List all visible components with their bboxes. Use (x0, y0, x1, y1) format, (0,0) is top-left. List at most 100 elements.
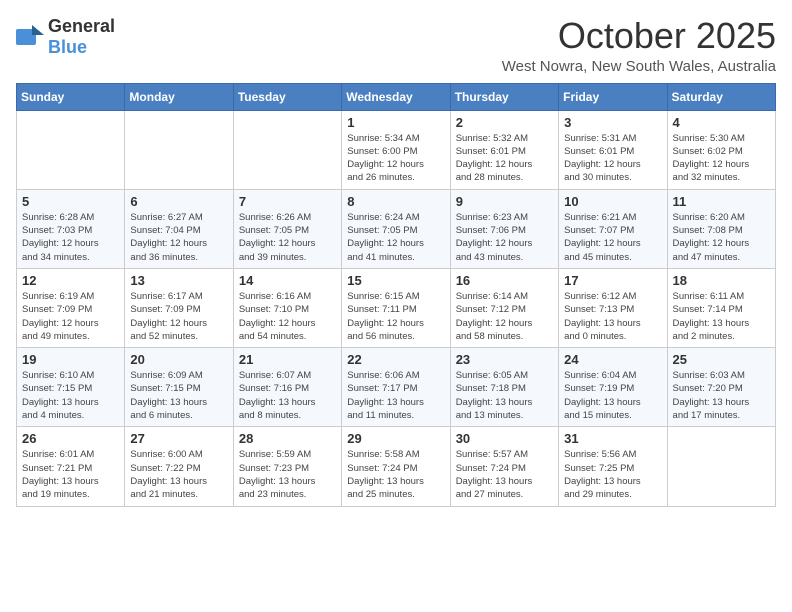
day-number: 4 (673, 115, 770, 130)
calendar-cell: 18 Sunrise: 6:11 AM Sunset: 7:14 PM Dayli… (667, 268, 775, 347)
title-block: October 2025 West Nowra, New South Wales… (502, 16, 776, 75)
calendar-cell: 14 Sunrise: 6:16 AM Sunset: 7:10 PM Dayli… (233, 268, 341, 347)
calendar-cell: 16 Sunrise: 6:14 AM Sunset: 7:12 PM Dayli… (450, 268, 558, 347)
day-number: 7 (239, 194, 336, 209)
logo-general-text: General (48, 16, 115, 36)
day-info: Sunrise: 6:15 AM Sunset: 7:11 PM Dayligh… (347, 290, 444, 343)
logo-blue-text: Blue (48, 37, 87, 57)
calendar-cell: 5 Sunrise: 6:28 AM Sunset: 7:03 PM Daylig… (17, 189, 125, 268)
calendar-cell: 4Sunrise: 5:30 AM Sunset: 6:02 PM Daylig… (667, 110, 775, 189)
calendar-week-row: 26 Sunrise: 6:01 AM Sunset: 7:21 PM Dayli… (17, 427, 776, 506)
day-number: 31 (564, 431, 661, 446)
calendar-cell: 26 Sunrise: 6:01 AM Sunset: 7:21 PM Dayli… (17, 427, 125, 506)
calendar-cell: 30 Sunrise: 5:57 AM Sunset: 7:24 PM Dayli… (450, 427, 558, 506)
day-info: Sunrise: 5:56 AM Sunset: 7:25 PM Dayligh… (564, 448, 661, 501)
calendar-cell: 11 Sunrise: 6:20 AM Sunset: 7:08 PM Dayli… (667, 189, 775, 268)
day-info: Sunrise: 6:11 AM Sunset: 7:14 PM Dayligh… (673, 290, 770, 343)
calendar-week-row: 5 Sunrise: 6:28 AM Sunset: 7:03 PM Daylig… (17, 189, 776, 268)
day-info: Sunrise: 6:00 AM Sunset: 7:22 PM Dayligh… (130, 448, 227, 501)
logo: General Blue (16, 16, 115, 58)
calendar-cell: 24 Sunrise: 6:04 AM Sunset: 7:19 PM Dayli… (559, 348, 667, 427)
day-info: Sunrise: 6:16 AM Sunset: 7:10 PM Dayligh… (239, 290, 336, 343)
day-number: 1 (347, 115, 444, 130)
day-number: 11 (673, 194, 770, 209)
day-number: 27 (130, 431, 227, 446)
day-info: Sunrise: 6:01 AM Sunset: 7:21 PM Dayligh… (22, 448, 119, 501)
month-title: October 2025 (502, 16, 776, 56)
day-info: Sunrise: 6:06 AM Sunset: 7:17 PM Dayligh… (347, 369, 444, 422)
day-number: 2 (456, 115, 553, 130)
calendar-cell: 6 Sunrise: 6:27 AM Sunset: 7:04 PM Daylig… (125, 189, 233, 268)
day-number: 9 (456, 194, 553, 209)
page-header: General Blue October 2025 West Nowra, Ne… (16, 16, 776, 75)
day-info: Sunrise: 5:57 AM Sunset: 7:24 PM Dayligh… (456, 448, 553, 501)
day-info: Sunrise: 6:14 AM Sunset: 7:12 PM Dayligh… (456, 290, 553, 343)
day-info: Sunrise: 6:03 AM Sunset: 7:20 PM Dayligh… (673, 369, 770, 422)
calendar-week-row: 1 Sunrise: 5:34 AM Sunset: 6:00 PM Daylig… (17, 110, 776, 189)
day-info: Sunrise: 6:09 AM Sunset: 7:15 PM Dayligh… (130, 369, 227, 422)
day-info: Sunrise: 6:05 AM Sunset: 7:18 PM Dayligh… (456, 369, 553, 422)
day-number: 19 (22, 352, 119, 367)
day-info: Sunrise: 6:04 AM Sunset: 7:19 PM Dayligh… (564, 369, 661, 422)
calendar-week-row: 19 Sunrise: 6:10 AM Sunset: 7:15 PM Dayli… (17, 348, 776, 427)
day-number: 14 (239, 273, 336, 288)
day-number: 26 (22, 431, 119, 446)
calendar-cell: 15 Sunrise: 6:15 AM Sunset: 7:11 PM Dayli… (342, 268, 450, 347)
day-info: Sunrise: 6:10 AM Sunset: 7:15 PM Dayligh… (22, 369, 119, 422)
day-number: 15 (347, 273, 444, 288)
calendar-cell: 23Sunrise: 6:05 AM Sunset: 7:18 PM Dayli… (450, 348, 558, 427)
weekday-header-thursday: Thursday (450, 83, 558, 110)
day-number: 25 (673, 352, 770, 367)
day-number: 5 (22, 194, 119, 209)
calendar-cell: 17Sunrise: 6:12 AM Sunset: 7:13 PM Dayli… (559, 268, 667, 347)
day-number: 18 (673, 273, 770, 288)
day-number: 10 (564, 194, 661, 209)
weekday-header-monday: Monday (125, 83, 233, 110)
day-info: Sunrise: 6:27 AM Sunset: 7:04 PM Dayligh… (130, 211, 227, 264)
calendar-cell: 29Sunrise: 5:58 AM Sunset: 7:24 PM Dayli… (342, 427, 450, 506)
calendar-cell: 7 Sunrise: 6:26 AM Sunset: 7:05 PM Daylig… (233, 189, 341, 268)
logo-icon (16, 25, 44, 49)
day-info: Sunrise: 5:31 AM Sunset: 6:01 PM Dayligh… (564, 132, 661, 185)
calendar-cell: 12Sunrise: 6:19 AM Sunset: 7:09 PM Dayli… (17, 268, 125, 347)
calendar-cell: 2 Sunrise: 5:32 AM Sunset: 6:01 PM Daylig… (450, 110, 558, 189)
weekday-header-saturday: Saturday (667, 83, 775, 110)
weekday-header-sunday: Sunday (17, 83, 125, 110)
calendar-cell: 1 Sunrise: 5:34 AM Sunset: 6:00 PM Daylig… (342, 110, 450, 189)
day-number: 22 (347, 352, 444, 367)
calendar-cell: 10 Sunrise: 6:21 AM Sunset: 7:07 PM Dayli… (559, 189, 667, 268)
day-info: Sunrise: 5:32 AM Sunset: 6:01 PM Dayligh… (456, 132, 553, 185)
day-number: 8 (347, 194, 444, 209)
calendar-header-row: SundayMondayTuesdayWednesdayThursdayFrid… (17, 83, 776, 110)
calendar-cell (667, 427, 775, 506)
day-info: Sunrise: 6:24 AM Sunset: 7:05 PM Dayligh… (347, 211, 444, 264)
calendar-cell (233, 110, 341, 189)
day-number: 20 (130, 352, 227, 367)
weekday-header-tuesday: Tuesday (233, 83, 341, 110)
day-info: Sunrise: 6:21 AM Sunset: 7:07 PM Dayligh… (564, 211, 661, 264)
day-number: 13 (130, 273, 227, 288)
calendar-cell: 13 Sunrise: 6:17 AM Sunset: 7:09 PM Dayli… (125, 268, 233, 347)
day-number: 30 (456, 431, 553, 446)
location-title: West Nowra, New South Wales, Australia (502, 58, 776, 75)
day-number: 3 (564, 115, 661, 130)
day-info: Sunrise: 6:26 AM Sunset: 7:05 PM Dayligh… (239, 211, 336, 264)
day-number: 21 (239, 352, 336, 367)
day-number: 16 (456, 273, 553, 288)
weekday-header-friday: Friday (559, 83, 667, 110)
day-info: Sunrise: 6:17 AM Sunset: 7:09 PM Dayligh… (130, 290, 227, 343)
weekday-header-wednesday: Wednesday (342, 83, 450, 110)
calendar-cell: 9 Sunrise: 6:23 AM Sunset: 7:06 PM Daylig… (450, 189, 558, 268)
day-info: Sunrise: 6:28 AM Sunset: 7:03 PM Dayligh… (22, 211, 119, 264)
day-info: Sunrise: 6:20 AM Sunset: 7:08 PM Dayligh… (673, 211, 770, 264)
day-number: 24 (564, 352, 661, 367)
day-number: 6 (130, 194, 227, 209)
day-info: Sunrise: 6:19 AM Sunset: 7:09 PM Dayligh… (22, 290, 119, 343)
calendar-cell: 27 Sunrise: 6:00 AM Sunset: 7:22 PM Dayli… (125, 427, 233, 506)
day-info: Sunrise: 5:34 AM Sunset: 6:00 PM Dayligh… (347, 132, 444, 185)
day-number: 28 (239, 431, 336, 446)
day-info: Sunrise: 5:58 AM Sunset: 7:24 PM Dayligh… (347, 448, 444, 501)
day-info: Sunrise: 6:23 AM Sunset: 7:06 PM Dayligh… (456, 211, 553, 264)
calendar-cell: 19 Sunrise: 6:10 AM Sunset: 7:15 PM Dayli… (17, 348, 125, 427)
calendar-table: SundayMondayTuesdayWednesdayThursdayFrid… (16, 83, 776, 507)
